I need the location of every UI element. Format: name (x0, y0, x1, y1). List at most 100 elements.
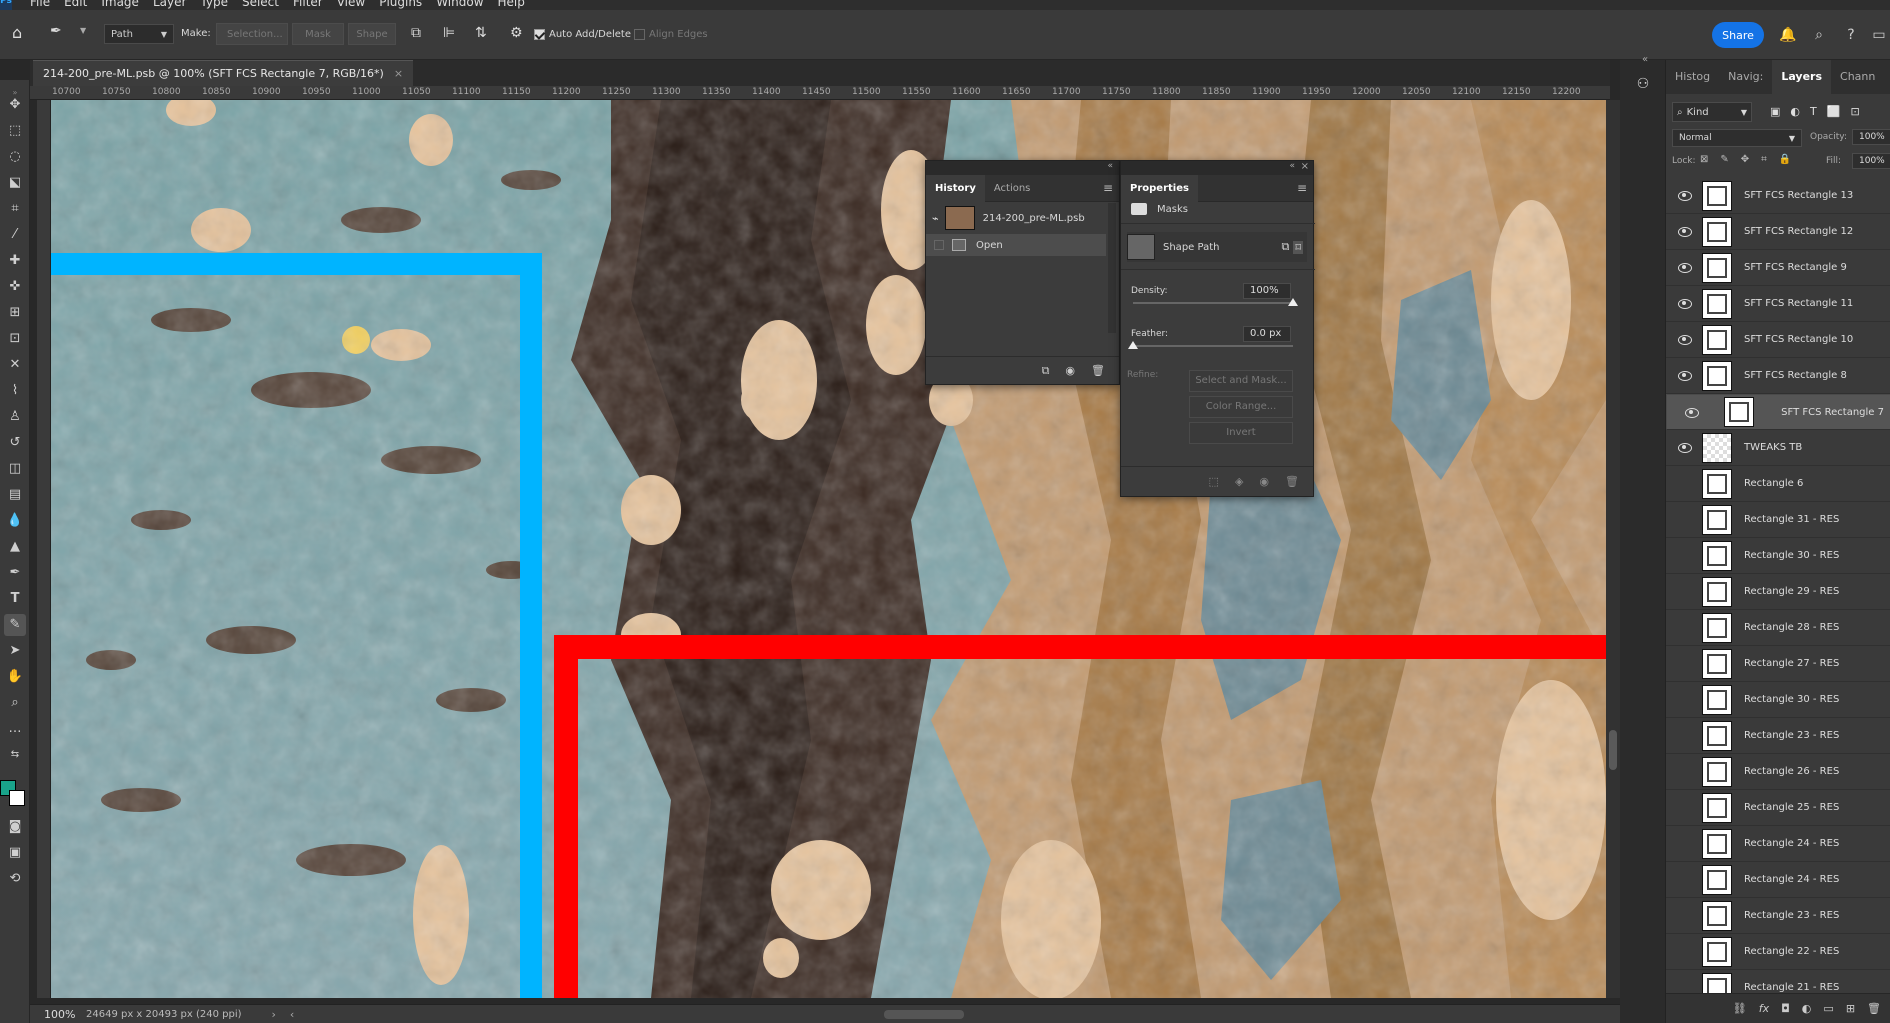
new-layer-icon[interactable]: ⊞ (1846, 1002, 1855, 1015)
checkbox-unchecked-icon[interactable] (934, 240, 944, 250)
tab-properties[interactable]: Properties (1121, 174, 1198, 202)
camera-icon[interactable]: ◉ (1065, 364, 1075, 377)
visibility-toggle[interactable] (1678, 911, 1692, 920)
visibility-toggle[interactable] (1678, 479, 1692, 488)
tab-layers[interactable]: Layers (1772, 60, 1832, 94)
quick-mask-icon[interactable]: ◙ (4, 816, 26, 838)
history-snapshot[interactable]: ⌁ 214-200_pre-ML.psb (926, 203, 1106, 233)
path-select-tool-icon[interactable]: ➤ (4, 640, 26, 662)
document-canvas[interactable]: « History Actions ≡ ⌁ 214-200_pre-ML.psb… (51, 100, 1606, 998)
move-tool-icon[interactable]: ✥ (4, 94, 26, 116)
filter-shape-icon[interactable]: ⬜ (1827, 105, 1841, 118)
feather-slider-handle[interactable] (1128, 341, 1138, 349)
patch-tool-icon[interactable]: ⊞ (4, 302, 26, 324)
tab-paths[interactable]: Paths (1884, 60, 1890, 94)
layer-row[interactable]: Rectangle 27 - RES (1666, 646, 1890, 682)
blend-mode-select[interactable]: Normal ▼ (1672, 129, 1802, 147)
gear-icon[interactable]: ⚙ (510, 25, 523, 41)
canvas-vertical-scrollbar[interactable] (1606, 100, 1620, 998)
fx-icon[interactable]: fx (1759, 1002, 1769, 1015)
layer-row[interactable]: Rectangle 24 - RES (1666, 862, 1890, 898)
layer-row[interactable]: Rectangle 30 - RES (1666, 682, 1890, 718)
chevron-down-icon[interactable]: ▼ (80, 26, 86, 35)
visibility-toggle[interactable] (1678, 983, 1692, 992)
visibility-toggle[interactable] (1678, 623, 1692, 632)
hand-tool-icon[interactable]: ✋ (4, 666, 26, 688)
layer-row[interactable]: SFT FCS Rectangle 10 (1666, 322, 1890, 358)
tab-history[interactable]: History (926, 174, 985, 202)
eye-icon[interactable] (1678, 371, 1692, 381)
color-range-button[interactable]: Color Range... (1189, 396, 1293, 418)
path-alignment-icon[interactable]: ⊫ (443, 25, 455, 41)
layer-row[interactable]: SFT FCS Rectangle 12 (1666, 214, 1890, 250)
lock-position-icon[interactable]: ✥ (1741, 154, 1749, 165)
eye-icon[interactable] (1678, 443, 1692, 453)
menu-item[interactable]: Edit (64, 0, 87, 9)
search-icon[interactable]: ⌕ (1810, 26, 1828, 44)
layer-row[interactable]: Rectangle 21 - RES (1666, 970, 1890, 993)
layer-row[interactable]: SFT FCS Rectangle 11 (1666, 286, 1890, 322)
eraser-tool-icon[interactable]: ◫ (4, 458, 26, 480)
trash-icon[interactable]: 🗑 (1091, 364, 1105, 377)
layer-row[interactable]: Rectangle 31 - RES (1666, 502, 1890, 538)
stamp-tool-icon[interactable]: ♙ (4, 406, 26, 428)
layer-row[interactable]: Rectangle 29 - RES (1666, 574, 1890, 610)
load-selection-icon[interactable]: ⬚ (1209, 475, 1219, 488)
history-brush-tool-icon[interactable]: ↺ (4, 432, 26, 454)
layer-row[interactable]: Rectangle 23 - RES (1666, 718, 1890, 754)
align-edges-checkbox[interactable]: Align Edges (634, 29, 708, 40)
visibility-toggle[interactable] (1678, 515, 1692, 524)
menu-item[interactable]: View (337, 0, 365, 9)
visibility-toggle[interactable] (1678, 875, 1692, 884)
menu-item[interactable]: Filter (293, 0, 323, 9)
home-icon[interactable]: ⌂ (12, 23, 22, 42)
bell-icon[interactable]: 🔔 (1779, 26, 1797, 44)
history-brush-source-icon[interactable]: ⌁ (932, 212, 939, 225)
document-tab[interactable]: 214-200_pre-ML.psb @ 100% (SFT FCS Recta… (33, 60, 414, 86)
shape-path-row[interactable]: Shape Path ⧉ ⌑ (1127, 232, 1307, 262)
panel-menu-icon[interactable]: ≡ (1297, 181, 1307, 195)
layer-row[interactable]: Rectangle 26 - RES (1666, 754, 1890, 790)
lock-artboard-icon[interactable]: ⌗ (1761, 154, 1767, 165)
density-field[interactable]: 100% (1243, 283, 1291, 299)
chevron-right-icon[interactable]: › (272, 1008, 276, 1021)
collapse-icon[interactable]: « (1107, 161, 1113, 171)
tab-actions[interactable]: Actions (985, 175, 1040, 202)
swap-colors-icon[interactable]: ⇆ (4, 744, 26, 766)
history-scrollbar[interactable] (1108, 203, 1116, 333)
layer-row[interactable]: Rectangle 22 - RES (1666, 934, 1890, 970)
menu-item[interactable]: Help (498, 0, 525, 9)
visibility-toggle[interactable] (1678, 767, 1692, 776)
eyedropper-tool-icon[interactable]: ⁄ (4, 224, 26, 246)
layer-row[interactable]: Rectangle 23 - RES (1666, 898, 1890, 934)
lasso-tool-icon[interactable]: ◌ (4, 146, 26, 168)
workspace-icon[interactable]: ▭ (1870, 26, 1888, 44)
panel-menu-icon[interactable]: ≡ (1103, 181, 1113, 195)
eye-icon[interactable] (1678, 335, 1692, 345)
close-icon[interactable]: × (394, 67, 403, 80)
feather-field[interactable]: 0.0 px (1243, 326, 1291, 342)
add-vector-mask-icon[interactable]: ⌑ (1293, 240, 1303, 254)
density-slider[interactable] (1133, 302, 1293, 304)
layer-row[interactable]: Rectangle 24 - RES (1666, 826, 1890, 862)
fill-field[interactable]: 100% (1852, 153, 1890, 169)
layer-row[interactable]: Rectangle 30 - RES (1666, 538, 1890, 574)
visibility-toggle[interactable] (1678, 839, 1692, 848)
menu-item[interactable]: Select (242, 0, 279, 9)
adjustment-layer-icon[interactable]: ◐ (1802, 1002, 1812, 1015)
trash-icon[interactable]: 🗑 (1867, 1002, 1881, 1015)
generative-icon[interactable]: ⟲ (4, 868, 26, 890)
cross-tool-icon[interactable]: ✕ (4, 354, 26, 376)
history-state-open[interactable]: Open (926, 234, 1106, 256)
lock-transparent-icon[interactable]: ⊠ (1700, 154, 1708, 165)
lock-all-icon[interactable]: 🔒 (1779, 154, 1791, 165)
auto-add-delete-checkbox[interactable]: Auto Add/Delete (534, 29, 631, 40)
layer-row[interactable]: SFT FCS Rectangle 9 (1666, 250, 1890, 286)
panel-dock-icon[interactable]: ⚇ (1632, 76, 1654, 98)
visibility-toggle[interactable] (1678, 551, 1692, 560)
layer-row[interactable]: TWEAKS TB (1666, 430, 1890, 466)
layer-row[interactable]: Rectangle 6 (1666, 466, 1890, 502)
visibility-toggle[interactable] (1678, 659, 1692, 668)
panel-header[interactable]: «× (1121, 161, 1313, 175)
filter-type-icon[interactable]: T (1810, 105, 1817, 118)
